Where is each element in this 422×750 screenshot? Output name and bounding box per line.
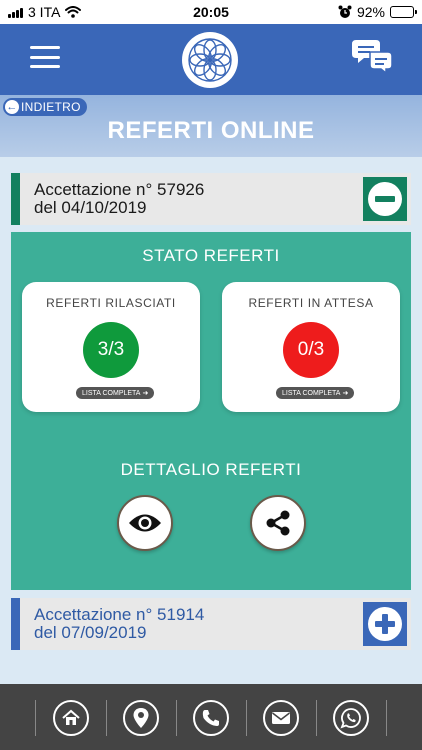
status-bar: 3 ITA 20:05 92%: [0, 0, 422, 24]
mail-icon: [272, 712, 290, 724]
phone-button[interactable]: [193, 700, 229, 736]
accettazione-text: Accettazione n° 51914 del 07/09/2019: [34, 606, 204, 642]
lista-completa-attesa-button[interactable]: LISTA COMPLETA ➜: [276, 387, 355, 399]
title-band: ← INDIETRO REFERTI ONLINE: [0, 95, 422, 157]
referti-rilasciati-card: REFERTI RILASCIATI 3/3 LISTA COMPLETA ➜: [22, 282, 200, 412]
referti-in-attesa-label: REFERTI IN ATTESA: [248, 296, 374, 310]
hamburger-menu-icon[interactable]: [30, 46, 60, 68]
back-arrow-icon: ←: [5, 100, 19, 114]
share-icon: [266, 510, 290, 536]
stato-referti-panel: STATO REFERTI REFERTI RILASCIATI 3/3 LIS…: [11, 232, 411, 590]
nav-divider: [246, 700, 247, 736]
bottom-nav: [0, 684, 422, 750]
nav-divider: [176, 700, 177, 736]
accettazione-number: Accettazione n° 51914: [34, 605, 205, 624]
back-button[interactable]: ← INDIETRO: [3, 98, 87, 116]
view-referti-button[interactable]: [117, 495, 173, 551]
accettazione-date: del 04/10/2019: [34, 198, 147, 217]
whatsapp-icon: [340, 708, 361, 729]
accettazione-text: Accettazione n° 57926 del 04/10/2019: [34, 181, 204, 217]
page-title: REFERTI ONLINE: [107, 117, 315, 144]
mail-button[interactable]: [263, 700, 299, 736]
referti-in-attesa-count: 0/3: [283, 322, 339, 378]
lista-completa-label: LISTA COMPLETA: [82, 389, 141, 397]
referti-rilasciati-count: 3/3: [83, 322, 139, 378]
home-button[interactable]: [53, 700, 89, 736]
battery-percent: 92%: [356, 4, 385, 20]
plus-icon: [368, 607, 402, 641]
app-header: [0, 24, 422, 95]
nav-divider: [316, 700, 317, 736]
lista-completa-rilasciati-button[interactable]: LISTA COMPLETA ➜: [76, 387, 155, 399]
mandala-logo: [182, 32, 238, 88]
arrow-right-icon: ➜: [342, 390, 349, 397]
lista-completa-label: LISTA COMPLETA: [282, 389, 341, 397]
location-button[interactable]: [123, 700, 159, 736]
dettaglio-referti-title: DETTAGLIO REFERTI: [120, 460, 302, 479]
referti-in-attesa-card: REFERTI IN ATTESA 0/3 LISTA COMPLETA ➜: [222, 282, 400, 412]
accettazione-number: Accettazione n° 57926: [34, 180, 205, 199]
phone-icon: [202, 710, 219, 726]
accettazione-date: del 07/09/2019: [34, 623, 147, 642]
status-right: 92%: [338, 4, 417, 20]
share-referti-button[interactable]: [250, 495, 306, 551]
logo-mandala-icon: [188, 38, 232, 82]
referti-rilasciati-label: REFERTI RILASCIATI: [46, 296, 176, 310]
stato-referti-title: STATO REFERTI: [142, 246, 280, 265]
content-area: Accettazione n° 57926 del 04/10/2019 STA…: [0, 157, 422, 684]
battery-icon: [390, 6, 417, 18]
arrow-right-icon: ➜: [142, 390, 149, 397]
chat-bubbles-icon[interactable]: [352, 38, 393, 75]
whatsapp-button[interactable]: [333, 700, 369, 736]
accettazione-card-expanded[interactable]: Accettazione n° 57926 del 04/10/2019: [11, 173, 411, 225]
expand-button[interactable]: [363, 602, 407, 646]
collapse-button[interactable]: [363, 177, 407, 221]
home-icon: [62, 709, 80, 725]
minus-icon: [368, 182, 402, 216]
nav-divider: [106, 700, 107, 736]
back-label: INDIETRO: [21, 100, 81, 114]
accettazione-card-collapsed[interactable]: Accettazione n° 51914 del 07/09/2019: [11, 598, 411, 650]
alarm-icon: [338, 5, 352, 18]
eye-icon: [129, 514, 161, 532]
nav-divider: [35, 700, 36, 736]
nav-divider: [386, 700, 387, 736]
location-icon: [133, 708, 149, 728]
